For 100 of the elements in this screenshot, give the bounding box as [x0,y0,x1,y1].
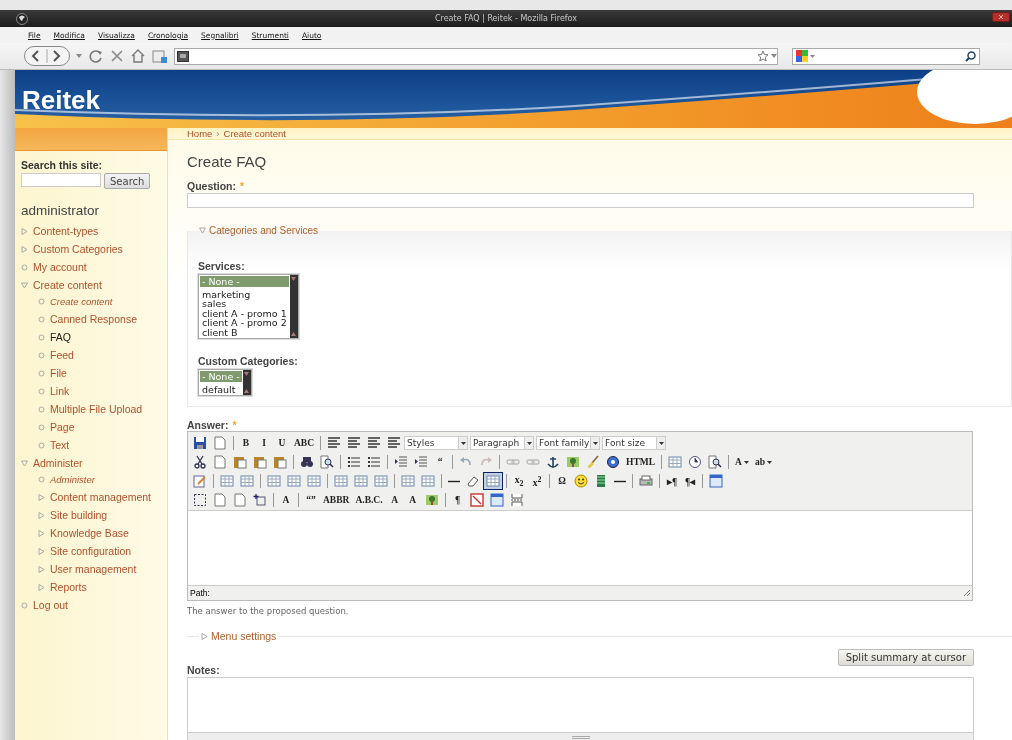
search-field[interactable] [21,173,101,187]
caret-icon[interactable] [460,441,466,445]
dropdown-icon[interactable] [76,54,82,58]
scroll-up-icon[interactable] [244,372,250,377]
expanded-triangle-icon[interactable] [21,459,28,467]
tab-add-icon[interactable] [152,48,168,64]
expanded-triangle-icon[interactable] [199,227,206,234]
caret-icon[interactable] [526,441,532,445]
toolbar-button[interactable]: “ [431,453,449,472]
collapsed-triangle-icon[interactable] [21,227,28,235]
toolbar-button[interactable]: HTML [623,453,659,472]
reload-icon[interactable] [88,48,104,64]
star-icon[interactable] [757,50,769,62]
menu-link[interactable]: Create content [33,279,102,291]
editor-dropdown[interactable]: Paragraph [470,436,535,451]
list-option[interactable]: default [200,385,242,395]
toolbar-button[interactable]: x$_{2}$ [510,472,528,491]
menu-link[interactable]: Administer [33,457,83,469]
dropdown-icon[interactable] [771,54,777,58]
toolbar-button[interactable]: A [732,453,752,472]
menu-link[interactable]: Content management [50,491,151,503]
address-field[interactable] [174,47,778,65]
home-icon[interactable] [130,48,146,64]
toolbar-button[interactable]: A [403,491,422,510]
collapsed-triangle-icon[interactable] [21,245,28,253]
menu-link[interactable]: File [50,367,67,379]
menu-link[interactable]: Log out [33,599,69,611]
collapsed-triangle-icon[interactable] [38,547,45,555]
question-field[interactable] [187,193,974,208]
menu-link[interactable]: Reports [50,581,87,593]
menu-link[interactable]: User management [50,563,137,575]
list-option[interactable]: sales [200,299,289,309]
menu-link[interactable]: Create content [50,295,113,307]
toolbar-button[interactable]: A.B.C. [352,491,386,510]
toolbar-button[interactable]: ab [751,453,775,472]
listbox[interactable]: - None - default [198,369,252,397]
menu-link[interactable]: Link [50,385,70,397]
menu-link[interactable]: FAQ [50,331,71,343]
editor-dropdown[interactable]: Font family [536,436,601,451]
scroll-down-icon[interactable] [291,332,297,337]
toolbar-button[interactable]: “” [302,491,320,510]
caret-icon[interactable] [592,441,598,445]
toolbar-button[interactable]: ABC [291,434,318,453]
collapsed-triangle-icon[interactable] [201,632,208,640]
scrollbar[interactable] [242,370,251,396]
search-icon[interactable] [965,50,976,62]
fieldset-legend[interactable]: Menu settings [211,630,277,643]
menu-link[interactable]: Knowledge Base [50,527,129,539]
collapsed-triangle-icon[interactable] [38,583,45,591]
close-icon[interactable] [992,12,1010,22]
editor-dropdown[interactable]: Font size [602,436,667,451]
toolbar-button[interactable]: I [255,434,273,453]
list-option[interactable]: client B [200,327,289,338]
resize-handle[interactable] [187,733,974,740]
scroll-down-icon[interactable] [244,389,250,394]
menu-link[interactable]: Content-types [33,225,99,237]
list-option[interactable]: marketing [200,290,289,300]
toolbar-button[interactable]: ABBR [320,491,353,510]
split-summary-button[interactable]: Split summary at cursor [837,649,974,667]
editor-dropdown[interactable]: Styles [404,436,469,451]
menu-link[interactable]: Text [50,439,70,451]
list-option[interactable]: client A - promo 2 [200,318,289,328]
toolbar-button[interactable]: ¶◂ [681,472,699,491]
search-engine-icon[interactable] [796,50,816,62]
toolbar-button[interactable]: x$^{2}$ [528,472,546,491]
back-forward-icon[interactable] [24,46,70,66]
toolbar-button[interactable]: ¶ [448,491,467,510]
collapsed-triangle-icon[interactable] [38,565,45,573]
caret-icon[interactable] [743,460,749,464]
menu-link[interactable]: Feed [50,349,74,361]
collapsed-triangle-icon[interactable] [38,511,45,519]
breadcrumb-link[interactable]: Home [187,128,213,139]
expanded-triangle-icon[interactable] [21,281,28,289]
breadcrumb-link[interactable]: Create content [223,128,286,139]
toolbar-button[interactable]: A [385,491,404,510]
scroll-up-icon[interactable] [291,277,297,281]
toolbar-button[interactable] [483,472,503,491]
caret-icon[interactable] [658,441,664,445]
menu-link[interactable]: Custom Categories [33,243,123,255]
search-button[interactable]: Search [104,173,151,189]
menu-link[interactable]: Site building [50,509,108,521]
resize-grip-icon[interactable] [963,589,971,598]
toolbar-button[interactable]: U [273,434,291,453]
listbox[interactable]: - None - marketing sales client A - promo 1 client A - promo 2 client B [198,274,299,340]
scrollbar[interactable] [289,275,298,339]
collapsed-triangle-icon[interactable] [38,493,45,501]
list-option[interactable]: client A - promo 1 [200,308,289,319]
fieldset-legend[interactable]: Categories and Services [209,225,318,236]
search-field[interactable] [792,47,980,65]
site-logo[interactable]: Reitek [22,85,101,116]
toolbar-button[interactable]: Ω [553,472,571,491]
menu-link[interactable]: Multiple File Upload [50,403,143,415]
menu-link[interactable]: Page [50,421,75,433]
menu-link[interactable]: Administer [50,473,95,485]
toolbar-button[interactable]: A [277,491,295,510]
menu-link[interactable]: Canned Response [50,313,137,325]
toolbar-button[interactable]: ▸¶ [663,472,681,491]
caret-icon[interactable] [766,460,772,464]
menu-link[interactable]: Site configuration [50,545,132,557]
menu-link[interactable]: My account [33,261,87,273]
